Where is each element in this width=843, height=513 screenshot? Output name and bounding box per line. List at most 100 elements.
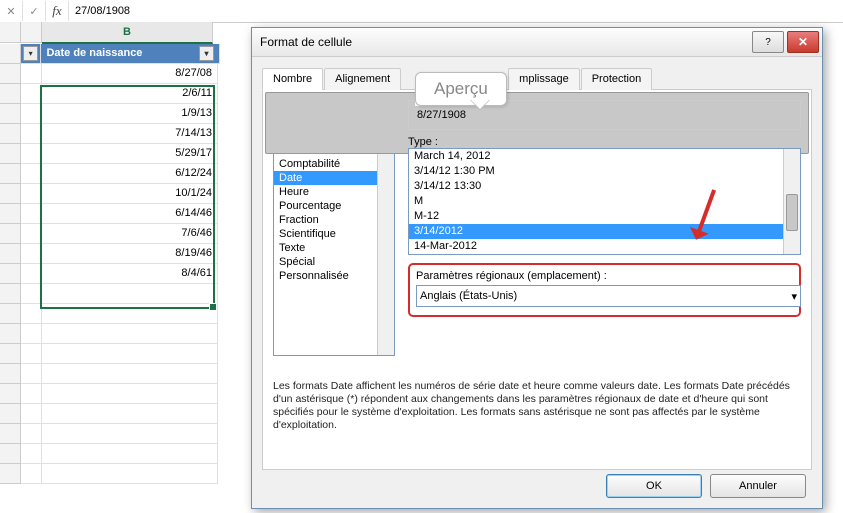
cell-b[interactable] [42, 364, 218, 384]
cell-a[interactable] [21, 324, 42, 344]
row-header[interactable] [0, 44, 21, 64]
row-header[interactable] [0, 344, 21, 364]
type-item[interactable]: M [409, 194, 783, 209]
cell-b[interactable]: 8/4/61 [42, 264, 218, 284]
row-header[interactable] [0, 424, 21, 444]
cell-a[interactable] [21, 204, 42, 224]
cell-b[interactable] [42, 304, 218, 324]
col-header-b[interactable]: B [42, 22, 213, 44]
cell-b[interactable]: 7/14/13 [42, 124, 218, 144]
category-item[interactable]: Comptabilité [274, 157, 377, 171]
category-item[interactable]: Texte [274, 241, 377, 255]
row-header[interactable] [0, 124, 21, 144]
row-header[interactable] [0, 364, 21, 384]
row-header[interactable] [0, 324, 21, 344]
cell-b[interactable]: 2/6/11 [42, 84, 218, 104]
category-item[interactable]: Pourcentage [274, 199, 377, 213]
locale-select[interactable]: Anglais (États-Unis) ▾ [416, 285, 801, 307]
cell-b[interactable] [42, 404, 218, 424]
cell-b[interactable]: 7/6/46 [42, 224, 218, 244]
table-header-b[interactable]: Date de naissance▾ [41, 44, 220, 64]
cell-b[interactable] [42, 424, 218, 444]
cell-b[interactable] [42, 344, 218, 364]
tab-nombre[interactable]: Nombre [262, 68, 323, 90]
cell-a[interactable] [21, 464, 42, 484]
cell-b[interactable] [42, 464, 218, 484]
row-header[interactable] [0, 104, 21, 124]
select-all-corner[interactable] [0, 22, 21, 43]
cell-b[interactable]: 8/27/08 [42, 64, 218, 84]
row-header[interactable] [0, 464, 21, 484]
cell-a[interactable] [21, 84, 42, 104]
row-header[interactable] [0, 224, 21, 244]
cell-b[interactable]: 1/9/13 [42, 104, 218, 124]
cell-b[interactable] [42, 284, 218, 304]
cell-b[interactable] [42, 324, 218, 344]
help-button[interactable]: ? [752, 31, 784, 53]
type-item[interactable]: 3/14/12 1:30 PM [409, 164, 783, 179]
row-header[interactable] [0, 304, 21, 324]
category-item[interactable]: Heure [274, 185, 377, 199]
category-item[interactable]: Fraction [274, 213, 377, 227]
cell-a[interactable] [21, 284, 42, 304]
type-item[interactable]: 3/14/12 13:30 [409, 179, 783, 194]
category-listbox[interactable]: StandardNombreMonétaireComptabilitéDateH… [273, 114, 395, 356]
cell-b[interactable] [42, 444, 218, 464]
row-header[interactable] [0, 244, 21, 264]
row-header[interactable] [0, 84, 21, 104]
col-header-a[interactable] [21, 22, 42, 43]
row-header[interactable] [0, 404, 21, 424]
cell-a[interactable] [21, 444, 42, 464]
cell-a[interactable] [21, 124, 42, 144]
type-listbox[interactable]: March 14, 20123/14/12 1:30 PM3/14/12 13:… [408, 148, 801, 255]
row-header[interactable] [0, 184, 21, 204]
cell-b[interactable]: 6/14/46 [42, 204, 218, 224]
cell-b[interactable]: 5/29/17 [42, 144, 218, 164]
row-header[interactable] [0, 264, 21, 284]
ok-button[interactable]: OK [606, 474, 702, 498]
formula-value[interactable]: 27/08/1908 [69, 5, 843, 17]
cell-a[interactable] [21, 424, 42, 444]
scrollbar[interactable] [377, 115, 394, 355]
type-item[interactable]: M-12 [409, 209, 783, 224]
formula-cancel-button[interactable]: ✕ [0, 1, 23, 21]
cell-a[interactable] [21, 364, 42, 384]
cell-b[interactable]: 8/19/46 [42, 244, 218, 264]
cell-a[interactable] [21, 264, 42, 284]
table-header-dropdown-a[interactable]: ▾ [21, 44, 42, 64]
fx-button[interactable]: fx [46, 1, 69, 21]
close-button[interactable]: ✕ [787, 31, 819, 53]
cell-a[interactable] [21, 344, 42, 364]
category-item[interactable]: Date [274, 171, 377, 185]
cell-a[interactable] [21, 104, 42, 124]
row-header[interactable] [0, 284, 21, 304]
tab-remplissage[interactable]: mplissage [508, 68, 580, 90]
cell-b[interactable]: 6/12/24 [42, 164, 218, 184]
type-item[interactable]: 14-Mar-2012 [409, 239, 783, 254]
formula-accept-button[interactable]: ✓ [23, 1, 46, 21]
cell-a[interactable] [21, 164, 42, 184]
cell-a[interactable] [21, 144, 42, 164]
tab-alignement[interactable]: Alignement [324, 68, 401, 90]
cancel-button[interactable]: Annuler [710, 474, 806, 498]
category-item[interactable]: Spécial [274, 255, 377, 269]
category-item[interactable]: Scientifique [274, 227, 377, 241]
category-item[interactable]: Personnalisée [274, 269, 377, 283]
row-header[interactable] [0, 204, 21, 224]
cell-a[interactable] [21, 384, 42, 404]
cell-a[interactable] [21, 64, 42, 84]
cell-a[interactable] [21, 184, 42, 204]
scrollbar[interactable] [783, 149, 800, 254]
cell-a[interactable] [21, 244, 42, 264]
cell-b[interactable]: 10/1/24 [42, 184, 218, 204]
type-item[interactable]: March 14, 2012 [409, 149, 783, 164]
cell-b[interactable] [42, 384, 218, 404]
row-header[interactable] [0, 384, 21, 404]
row-header[interactable] [0, 64, 21, 84]
type-item[interactable]: 3/14/2012 [409, 224, 783, 239]
row-header[interactable] [0, 444, 21, 464]
cell-a[interactable] [21, 224, 42, 244]
row-header[interactable] [0, 164, 21, 184]
cell-a[interactable] [21, 304, 42, 324]
tab-protection[interactable]: Protection [581, 68, 653, 90]
